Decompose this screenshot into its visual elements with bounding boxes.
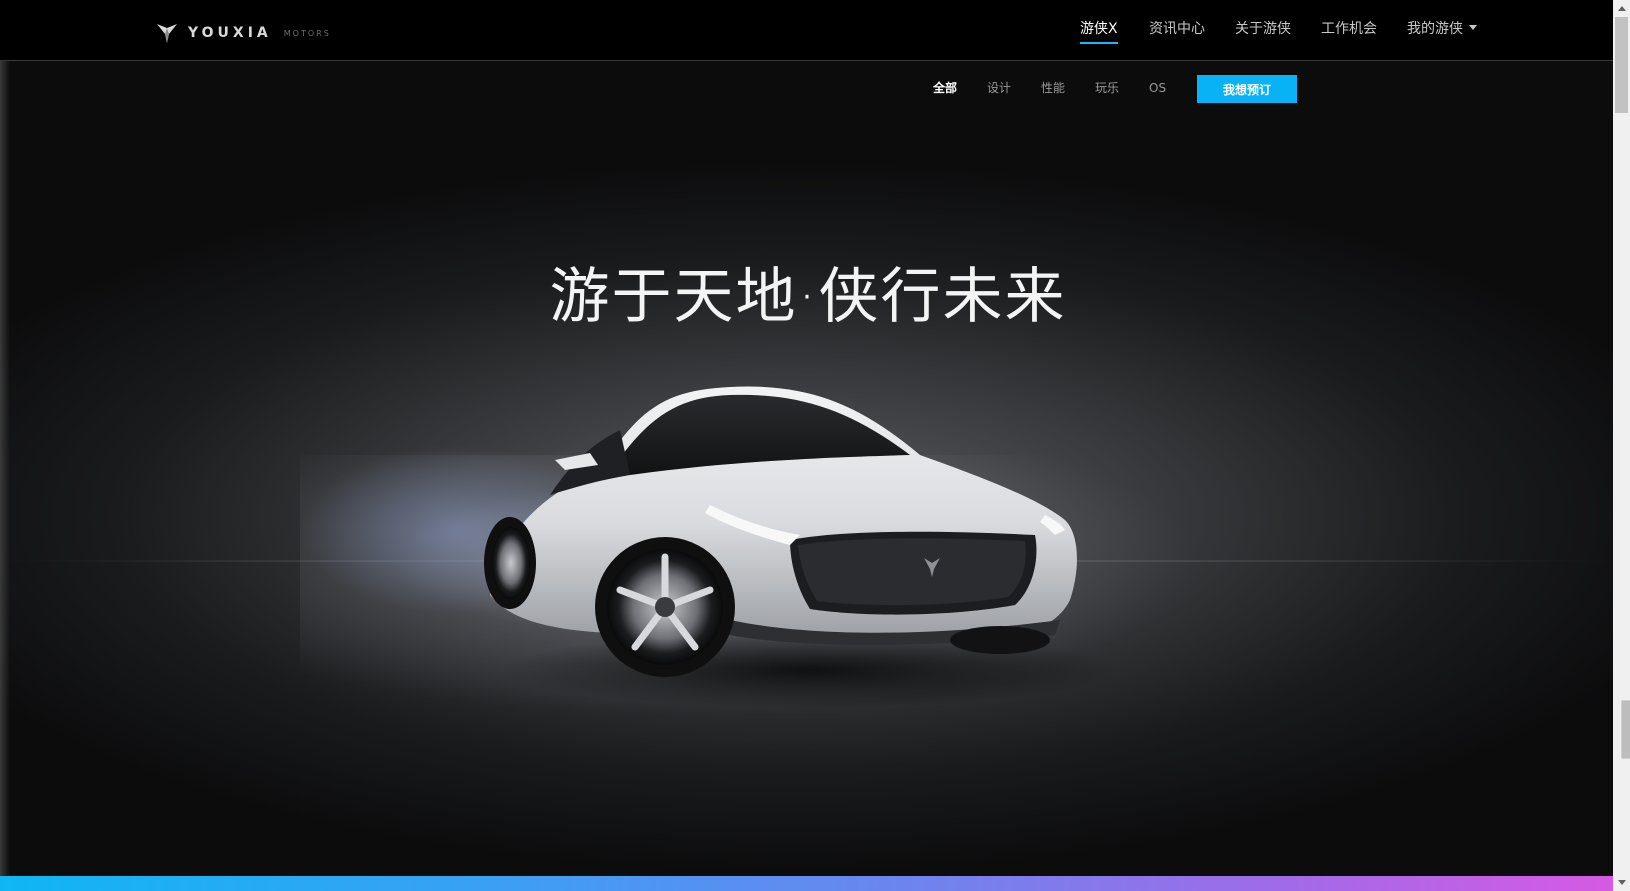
chevron-down-icon (1469, 24, 1477, 30)
sub-tab-os[interactable]: OS (1149, 80, 1166, 96)
sub-tab-fun[interactable]: 玩乐 (1095, 80, 1119, 96)
nav-item-youxia-x[interactable]: 游侠X (1080, 19, 1118, 44)
scroll-down-arrow-icon[interactable] (1613, 874, 1630, 891)
page-viewport: YOUXIA MOTORS 游侠X 资讯中心 关于游侠 工作机会 我的游侠 全部… (0, 0, 1613, 891)
main-nav: 游侠X 资讯中心 关于游侠 工作机会 我的游侠 (0, 19, 1613, 47)
nav-item-careers[interactable]: 工作机会 (1321, 19, 1377, 39)
bottom-gradient-bar (0, 876, 1613, 891)
scroll-up-arrow-icon[interactable] (1613, 0, 1630, 17)
nav-item-about[interactable]: 关于游侠 (1235, 19, 1291, 39)
hero-headline: 游于天地·侠行未来 (549, 262, 1067, 332)
car-image (484, 386, 1120, 708)
sub-tab-all[interactable]: 全部 (933, 80, 957, 96)
sub-tab-performance[interactable]: 性能 (1041, 80, 1065, 96)
sub-tab-design[interactable]: 设计 (987, 80, 1011, 96)
left-edge-shade (0, 0, 10, 891)
site-header: YOUXIA MOTORS 游侠X 资讯中心 关于游侠 工作机会 我的游侠 (0, 0, 1613, 61)
side-panel-handle[interactable] (1621, 700, 1630, 759)
reserve-button[interactable]: 我想预订 (1197, 75, 1297, 103)
nav-item-my-youxia-label: 我的游侠 (1407, 21, 1463, 37)
nav-item-news[interactable]: 资讯中心 (1149, 19, 1205, 39)
nav-item-my-youxia[interactable]: 我的游侠 (1407, 19, 1477, 39)
scrollbar-thumb[interactable] (1615, 17, 1628, 113)
